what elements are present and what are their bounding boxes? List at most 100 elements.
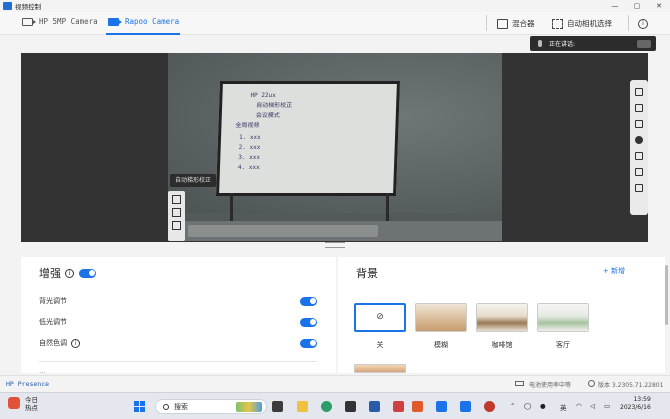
- volume-icon[interactable]: ◁: [590, 402, 595, 410]
- app-icon[interactable]: [484, 401, 495, 412]
- chevron-right-icon[interactable]: [635, 184, 643, 192]
- record-icon[interactable]: [635, 136, 643, 144]
- scrollbar[interactable]: [665, 265, 668, 325]
- info-button[interactable]: i: [638, 12, 648, 35]
- mixer-button[interactable]: 混合器: [497, 12, 535, 35]
- language-indicator[interactable]: 英: [560, 402, 567, 412]
- auto-select-label: 自动相机选择: [567, 19, 612, 28]
- auto-camera-select-button[interactable]: 自动相机选择: [552, 12, 612, 35]
- backlight-toggle[interactable]: [300, 296, 317, 306]
- lowlight-row: 低光调节: [39, 316, 317, 328]
- wps-icon[interactable]: [412, 401, 423, 412]
- store-icon[interactable]: [345, 401, 356, 412]
- keystone-tooltip: 自动梯形校正: [170, 174, 216, 187]
- task-view-icon[interactable]: [272, 401, 283, 412]
- status-bar: HP Presence 电池使用率中等 版本 3.2305.71.22801: [0, 375, 670, 392]
- reset-icon[interactable]: [172, 221, 181, 230]
- chevron-up-icon[interactable]: ⌃: [510, 402, 515, 410]
- info-icon[interactable]: i: [71, 338, 80, 348]
- natural-tone-label: 自然色调: [39, 339, 67, 347]
- taskbar-search[interactable]: 搜索: [155, 399, 267, 414]
- info-icon[interactable]: i: [65, 268, 74, 278]
- window-controls: — ▢ ✕: [604, 0, 670, 12]
- toolbar-divider: [628, 15, 629, 31]
- maximize-button[interactable]: ▢: [626, 0, 648, 12]
- battery-status: 电池使用率中等: [529, 381, 572, 389]
- background-title: 背景: [356, 267, 378, 280]
- lowlight-toggle[interactable]: [300, 317, 317, 327]
- camera-icon: [22, 17, 36, 26]
- enhance-panel: 增强 i 背光调节 低光调节 自然色调 i ...: [21, 257, 336, 375]
- tab-hp-camera[interactable]: HP 5MP Camera: [22, 17, 98, 26]
- background-cafe-label: 咖啡馆: [491, 341, 513, 349]
- resize-handle[interactable]: [325, 242, 345, 248]
- enhance-toggle[interactable]: [79, 268, 96, 278]
- mixer-icon: [497, 18, 508, 29]
- minimize-button[interactable]: —: [604, 0, 626, 12]
- tab-rapoo-camera[interactable]: Rapoo Camera: [108, 17, 179, 26]
- info-icon: i: [638, 18, 648, 29]
- toolbar-divider: [486, 15, 487, 31]
- background-cafe-option[interactable]: [476, 303, 528, 332]
- layout-icon[interactable]: [635, 88, 643, 96]
- wifi-icon[interactable]: ◠: [576, 402, 582, 410]
- background-option-partial[interactable]: [354, 364, 406, 373]
- app-icon[interactable]: [436, 401, 447, 412]
- background-living-room-label: 客厅: [556, 341, 570, 349]
- background-off-option[interactable]: ⊘: [354, 303, 406, 332]
- start-button[interactable]: [134, 401, 145, 412]
- document-icon[interactable]: [635, 104, 643, 112]
- board-text: 全局视频: [235, 122, 260, 129]
- keystone-correction-icon[interactable]: [172, 195, 181, 204]
- weather-widget[interactable]: 今日 热点: [25, 396, 38, 412]
- weather-icon[interactable]: [8, 397, 20, 409]
- divider: [39, 361, 317, 362]
- time: 13:59: [633, 396, 651, 403]
- left-tool-strip: [168, 191, 185, 241]
- background-blur-option[interactable]: [415, 303, 467, 332]
- edge-icon[interactable]: [321, 401, 332, 412]
- background-panel: 背景 + 新增 ⊘ 关 模糊 咖啡馆 客厅: [338, 257, 665, 373]
- lowlight-label: 低光调节: [39, 318, 67, 326]
- hand-icon[interactable]: [635, 168, 643, 176]
- tab-label: Rapoo Camera: [125, 17, 180, 26]
- camera-icon: [108, 17, 122, 26]
- tab-label: HP 5MP Camera: [39, 17, 98, 26]
- camera-snapshot-icon[interactable]: [635, 120, 643, 128]
- taskbar: 今日 热点 搜索 ⌃ ◯ ● 英 ◠ ◁ ▭ 13:59 2023/6/16: [0, 392, 670, 419]
- camera-preview[interactable]: HP 22ux 自动梯形校正 会议模式 全局视频 1. xxx 2. xxx 3…: [168, 53, 502, 241]
- weather-line: 热点: [25, 404, 38, 412]
- search-label: 搜索: [174, 402, 188, 411]
- background-off-label: 关: [376, 341, 384, 349]
- weather-line: 今日: [25, 396, 38, 404]
- date: 2023/6/16: [620, 404, 651, 411]
- whiteboard: HP 22ux 自动梯形校正 会议模式 全局视频 1. xxx 2. xxx 3…: [215, 81, 401, 196]
- network-icon[interactable]: ◯: [524, 402, 531, 410]
- mic-icon[interactable]: ●: [540, 402, 546, 410]
- close-button[interactable]: ✕: [648, 0, 670, 12]
- video-control-icon[interactable]: [460, 401, 471, 412]
- broadcast-icon[interactable]: [635, 152, 643, 160]
- battery-icon[interactable]: ▭: [604, 402, 610, 410]
- mixer-label: 混合器: [512, 19, 535, 28]
- enhance-header: 增强 i: [39, 265, 96, 281]
- file-explorer-icon[interactable]: [297, 401, 308, 412]
- app-name: HP Presence: [6, 380, 50, 388]
- board-text: 1. xxx: [238, 134, 261, 141]
- right-tool-strip: [630, 80, 648, 215]
- board-text: 自动梯形校正: [256, 102, 293, 109]
- off-icon: ⊘: [376, 312, 384, 322]
- add-background-button[interactable]: + 新增: [603, 266, 625, 276]
- board-text: HP 22ux: [250, 92, 276, 99]
- natural-tone-toggle[interactable]: [300, 338, 317, 348]
- speaking-level-bar: [637, 39, 651, 48]
- clock[interactable]: 13:59 2023/6/16: [620, 396, 651, 412]
- board-text: 4. xxx: [237, 164, 260, 171]
- natural-tone-row: 自然色调 i: [39, 337, 317, 349]
- version-label: 版本 3.2305.71.22801: [598, 381, 664, 389]
- crop-corners-icon[interactable]: [172, 208, 181, 217]
- app-icon[interactable]: [369, 401, 380, 412]
- background-living-room-option[interactable]: [537, 303, 589, 332]
- info-icon: [588, 380, 595, 387]
- app-icon[interactable]: [393, 401, 404, 412]
